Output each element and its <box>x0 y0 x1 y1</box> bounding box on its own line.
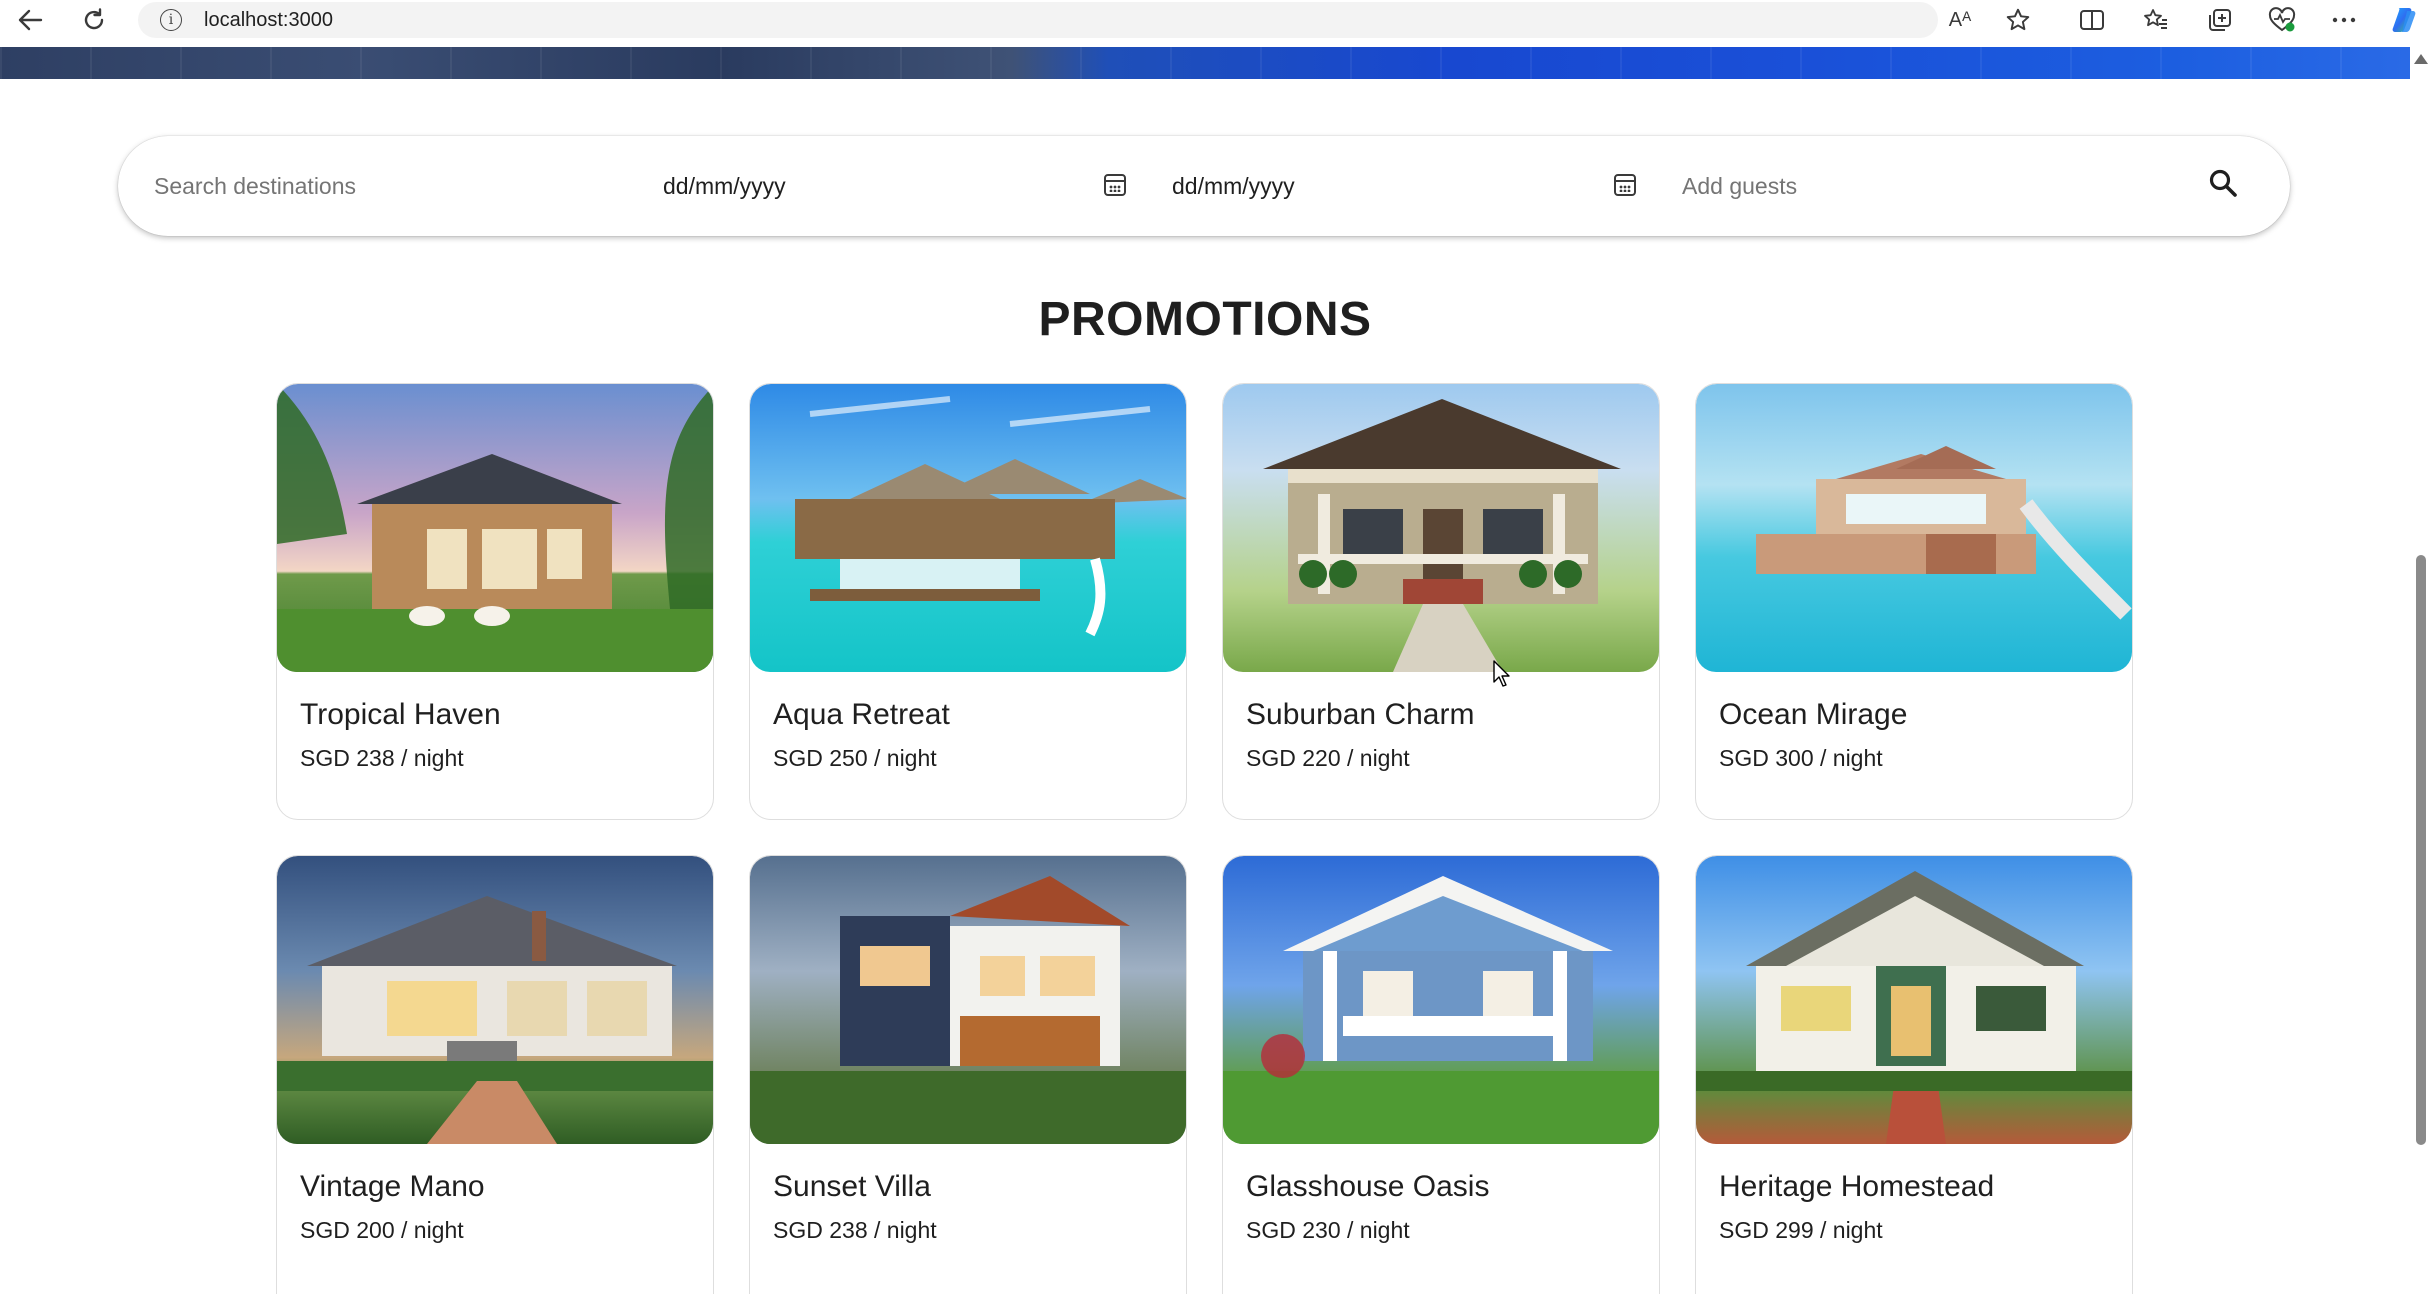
collections-icon[interactable] <box>2204 6 2236 34</box>
search-icon[interactable] <box>2208 168 2238 198</box>
property-image <box>1223 384 1659 672</box>
checkin-date-input[interactable]: dd/mm/yyyy <box>663 136 1093 236</box>
promotion-card[interactable]: Suburban Charm SGD 220 / night <box>1222 383 1660 820</box>
address-bar[interactable]: i localhost:3000 <box>138 2 1938 38</box>
property-name: Sunset Villa <box>773 1170 931 1203</box>
promotions-heading: PROMOTIONS <box>1038 293 1372 346</box>
favorites-icon[interactable] <box>2140 6 2172 34</box>
property-price: SGD 238 / night <box>773 1217 937 1243</box>
property-image <box>1696 856 2132 1144</box>
property-image <box>277 384 713 672</box>
promotion-card[interactable]: Aqua Retreat SGD 250 / night <box>749 383 1187 820</box>
property-name: Tropical Haven <box>300 698 501 731</box>
promotion-card[interactable]: Sunset Villa SGD 238 / night <box>749 855 1187 1294</box>
refresh-icon[interactable] <box>78 6 110 34</box>
property-price: SGD 230 / night <box>1246 1217 1410 1243</box>
property-price: SGD 200 / night <box>300 1217 464 1243</box>
property-image <box>750 384 1186 672</box>
promotion-card[interactable]: Vintage Mano SGD 200 / night <box>276 855 714 1294</box>
property-name: Vintage Mano <box>300 1170 485 1203</box>
promotion-card[interactable]: Heritage Homestead SGD 299 / night <box>1695 855 2133 1294</box>
scrollbar-thumb[interactable] <box>2416 555 2426 1145</box>
checkout-calendar-icon[interactable] <box>1614 174 1636 196</box>
property-image <box>750 856 1186 1144</box>
property-price: SGD 299 / night <box>1719 1217 1883 1243</box>
property-name: Glasshouse Oasis <box>1246 1170 1490 1203</box>
checkout-date-input[interactable]: dd/mm/yyyy <box>1172 136 1602 236</box>
property-price: SGD 220 / night <box>1246 745 1410 771</box>
promotion-card[interactable]: Glasshouse Oasis SGD 230 / night <box>1222 855 1660 1294</box>
mouse-cursor-icon <box>1493 660 1513 693</box>
property-price: SGD 238 / night <box>300 745 464 771</box>
promotion-card[interactable]: Ocean Mirage SGD 300 / night <box>1695 383 2133 820</box>
search-bar: Search destinations dd/mm/yyyy dd/mm/yyy… <box>118 136 2290 236</box>
destination-input[interactable]: Search destinations <box>154 136 594 236</box>
browser-toolbar: i localhost:3000 Aᴬ <box>0 0 2433 40</box>
favorite-star-icon[interactable] <box>2002 6 2034 34</box>
checkin-calendar-icon[interactable] <box>1104 174 1126 196</box>
back-icon[interactable] <box>14 6 46 34</box>
property-name: Heritage Homestead <box>1719 1170 1995 1203</box>
page-scrollbar[interactable] <box>2410 40 2433 1294</box>
site-info-icon[interactable]: i <box>160 9 182 31</box>
property-image <box>1223 856 1659 1144</box>
copilot-icon[interactable] <box>2388 6 2420 34</box>
scroll-up-arrow-icon[interactable] <box>2414 54 2428 64</box>
url-text: localhost:3000 <box>204 8 333 31</box>
browser-essentials-icon[interactable] <box>2266 6 2298 34</box>
property-name: Ocean Mirage <box>1719 698 1908 731</box>
split-screen-icon[interactable] <box>2076 6 2108 34</box>
property-name: Suburban Charm <box>1246 698 1475 731</box>
promotion-card[interactable]: Tropical Haven SGD 238 / night <box>276 383 714 820</box>
property-image <box>277 856 713 1144</box>
property-price: SGD 250 / night <box>773 745 937 771</box>
property-price: SGD 300 / night <box>1719 745 1883 771</box>
hero-banner-image <box>0 47 2410 79</box>
property-image <box>1696 384 2132 672</box>
property-name: Aqua Retreat <box>773 698 950 731</box>
read-aloud-icon[interactable]: Aᴬ <box>1944 6 1976 34</box>
guests-input[interactable]: Add guests <box>1682 136 2122 236</box>
more-options-icon[interactable] <box>2328 6 2360 34</box>
